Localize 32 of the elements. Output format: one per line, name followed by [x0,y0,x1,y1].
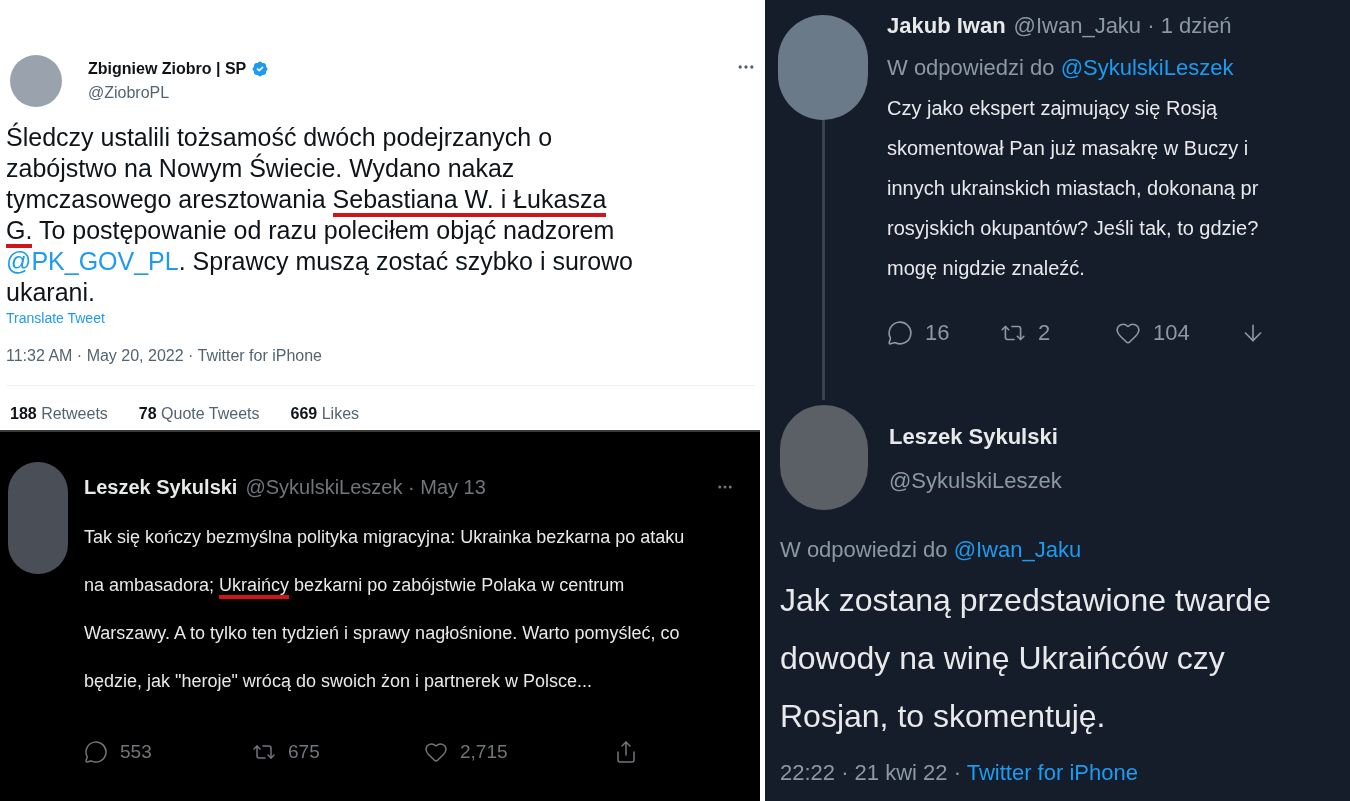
author-handle[interactable]: @SykulskiLeszek [889,466,1062,496]
tweet-text: Jak zostaną przedstawione twarde dowody na winę Ukraińców czy Rosjan, to skomentuję. [780,581,1272,736]
tweet-timestamp: 22:22 · 21 kwi 22 · Twitter for iPhone [780,759,1139,787]
author-name[interactable]: Zbigniew Ziobro | SP [88,57,247,81]
speech-bubble-icon[interactable] [84,740,108,765]
stat-link[interactable]: 78 Quote Tweets [138,404,260,424]
reply-context: W odpowiedzi do @SykulskiLeszek [887,54,1235,82]
action-count: 553 [120,740,152,764]
speech-bubble-icon[interactable] [887,319,913,346]
heart-icon[interactable] [424,740,448,765]
source-link[interactable]: Twitter for iPhone [966,760,1138,785]
author-name[interactable]: Leszek Sykulski [84,475,238,499]
tweet-text: Tak się kończy bezmyślna polityka migracyjna: Ukrainka bezkarna po ataku na ambasadora; Ukraińcy bezkarni po zabójstwie Polaka w centrum Warszawy. A to tylko ten tydzień i sprawy nagłośnione. Warto pomyśleć, co będzie, jak "heroje" wrócą do swoich żon i partnerek w Polsce... [84,526,686,693]
author-name[interactable]: Jakub Iwan [887,12,1006,40]
reply-context: W odpowiedzi do @Iwan_Jaku [780,536,1083,564]
action-count: 104 [1153,319,1190,347]
tweet-text: Śledczy ustalili tożsamość dwóch podejrzanych o zabójstwo na Nowym Świecie. Wydano nakaz tymczasowego aresztowania Sebastiana W. i Łukasza G. To postępowanie od razu poleciłem objąć nadzorem @PK_GOV_PL. Sprawcy muszą zostać szybko i surowo ukarani. [6,122,634,308]
share-icon[interactable] [614,740,638,765]
action-count: 675 [288,740,320,764]
action-count: 2 [1038,319,1051,347]
action-count: 2,715 [460,740,508,764]
mention-link[interactable]: @Iwan_Jaku [953,537,1082,562]
stat-link[interactable]: 188 Retweets [10,404,108,424]
author-handle[interactable]: @ZiobroPL [88,81,736,105]
mention-link[interactable]: @SykulskiLeszek [1060,55,1234,80]
stat-link[interactable]: 669 Likes [290,404,360,424]
author-name[interactable]: Leszek Sykulski [889,422,1062,452]
tweet-timestamp: 11:32 AM · May 20, 2022 · Twitter for iPhone [6,346,323,366]
tweet-text: Czy jako ekspert zajmujący się Rosją skomentował Pan już masakrę w Buczy i innych ukrainskich miastach, dokonaną pr rosyjskich okupantów? Jeśli tak, to gdzie? mogę nigdzie znaleźć. [887,96,1260,281]
author-handle[interactable]: @SykulskiLeszek · May 13 [245,475,708,499]
action-count: 16 [925,319,950,347]
author-handle[interactable]: @Iwan_Jaku · 1 dzień [1013,12,1232,40]
